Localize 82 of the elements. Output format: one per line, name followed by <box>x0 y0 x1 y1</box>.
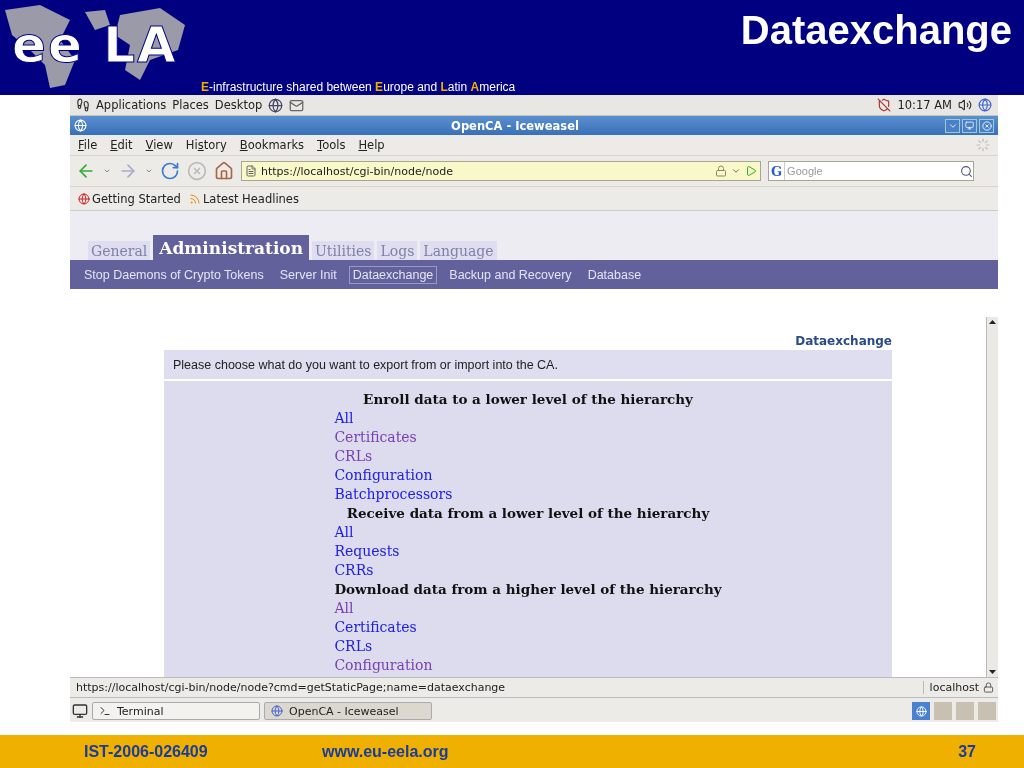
link[interactable]: All <box>334 409 354 428</box>
link[interactable]: Configuration <box>334 466 433 485</box>
bookmark-icon <box>78 192 90 205</box>
link[interactable]: CRLs <box>334 447 373 466</box>
reload-icon[interactable] <box>160 161 180 181</box>
stop-icon[interactable] <box>187 161 207 181</box>
status-text: https://localhost/cgi-bin/node/node?cmd=getStaticPage;name=dataexchange <box>75 681 507 694</box>
bookmark-link[interactable]: Getting Started <box>78 191 181 206</box>
lock-icon <box>715 165 727 177</box>
menu-item[interactable]: Help <box>358 138 385 152</box>
status-host: localhost <box>922 681 998 694</box>
link[interactable]: Configuration <box>334 656 433 675</box>
scroll-up-icon[interactable] <box>987 317 998 327</box>
maximize-button[interactable] <box>962 118 977 133</box>
menu-item[interactable]: Tools <box>317 138 346 152</box>
page-heading: Dataexchange <box>795 334 892 348</box>
home-icon[interactable] <box>214 161 234 181</box>
scroll-down-icon[interactable] <box>987 667 998 677</box>
browser-icon <box>271 705 283 717</box>
subnav-link[interactable]: Server Init <box>275 265 341 284</box>
show-desktop-icon[interactable] <box>72 703 88 719</box>
bookmark-link[interactable]: Latest Headlines <box>188 191 299 206</box>
address-field[interactable]: https://localhost/cgi-bin/node/node <box>241 161 761 181</box>
subnav-link[interactable]: Database <box>583 265 646 284</box>
slide-title: Dataexchange <box>740 8 1012 53</box>
link[interactable]: Requests <box>334 542 400 561</box>
shield-icon[interactable] <box>877 98 892 112</box>
menu-item[interactable]: Bookmarks <box>239 138 305 152</box>
link[interactable]: CRLs <box>334 637 373 656</box>
lock-icon <box>983 682 994 693</box>
page-icon <box>245 165 257 177</box>
foot-icon[interactable] <box>76 98 90 112</box>
link[interactable]: CRRs <box>334 561 374 580</box>
link[interactable]: Certificates <box>334 618 417 637</box>
project-number: IST-2006-026409 <box>84 742 209 761</box>
globe-icon[interactable] <box>268 97 284 113</box>
taskbar-button[interactable]: OpenCA - Iceweasel <box>264 702 432 720</box>
subnav-link[interactable]: Backup and Recovery <box>445 265 576 284</box>
section-heading: Receive data from a lower level of the hierarchy <box>345 504 711 523</box>
dropdown-icon[interactable] <box>731 166 741 176</box>
panel-menu[interactable]: Desktop <box>214 98 263 112</box>
search-engine-button[interactable]: G <box>769 162 786 180</box>
clock: 10:17 AM <box>897 98 952 112</box>
link[interactable]: All <box>334 523 354 542</box>
taskbar-button[interactable]: Terminal <box>92 702 260 720</box>
subnav-link[interactable]: Dataexchange <box>348 265 438 284</box>
workspace-button[interactable] <box>912 702 930 720</box>
terminal-icon <box>99 705 111 717</box>
section-heading: Download data from a higher level of the hierarchy <box>334 580 722 599</box>
mail-icon[interactable] <box>289 97 305 113</box>
description: Please choose what do you want to export from or import into the CA. <box>164 350 892 381</box>
menu-item[interactable]: File <box>78 138 98 152</box>
tagline: E-infrastructure shared between Europe and Latin America <box>201 80 517 94</box>
globe-icon[interactable] <box>978 98 992 112</box>
link[interactable]: Batchprocessors <box>334 485 453 504</box>
page-number: 37 <box>958 742 976 761</box>
section-heading: Enroll data to a lower level of the hierarchy <box>362 390 694 409</box>
search-input[interactable]: Google <box>785 164 960 178</box>
dropdown-icon[interactable] <box>103 167 111 175</box>
throbber-icon <box>976 138 990 152</box>
link[interactable]: Certificates <box>334 428 417 447</box>
browser-icon <box>915 705 927 717</box>
tab[interactable]: Administration <box>153 235 310 260</box>
close-icon <box>981 120 992 131</box>
close-button[interactable] <box>979 118 994 133</box>
go-icon[interactable] <box>745 165 757 177</box>
website: www.eu-eela.org <box>322 742 449 761</box>
subnav-link[interactable]: Stop Daemons of Crypto Tokens <box>80 265 268 284</box>
panel-menu[interactable]: Applications <box>96 98 167 112</box>
address-text: https://localhost/cgi-bin/node/node <box>261 164 454 178</box>
panel-menu[interactable]: Places <box>172 98 209 112</box>
menu-item[interactable]: History <box>185 138 227 152</box>
window-title: OpenCA - Iceweasel <box>450 118 580 133</box>
volume-icon[interactable] <box>958 98 972 112</box>
search-field[interactable]: G Google <box>768 161 974 181</box>
app-icon <box>74 119 87 132</box>
dropdown-icon[interactable] <box>145 167 153 175</box>
link[interactable]: All <box>334 599 354 618</box>
menu-item[interactable]: Edit <box>110 138 133 152</box>
feed-icon <box>188 192 201 205</box>
menu-item[interactable]: View <box>145 138 173 152</box>
search-icon[interactable] <box>960 164 973 178</box>
